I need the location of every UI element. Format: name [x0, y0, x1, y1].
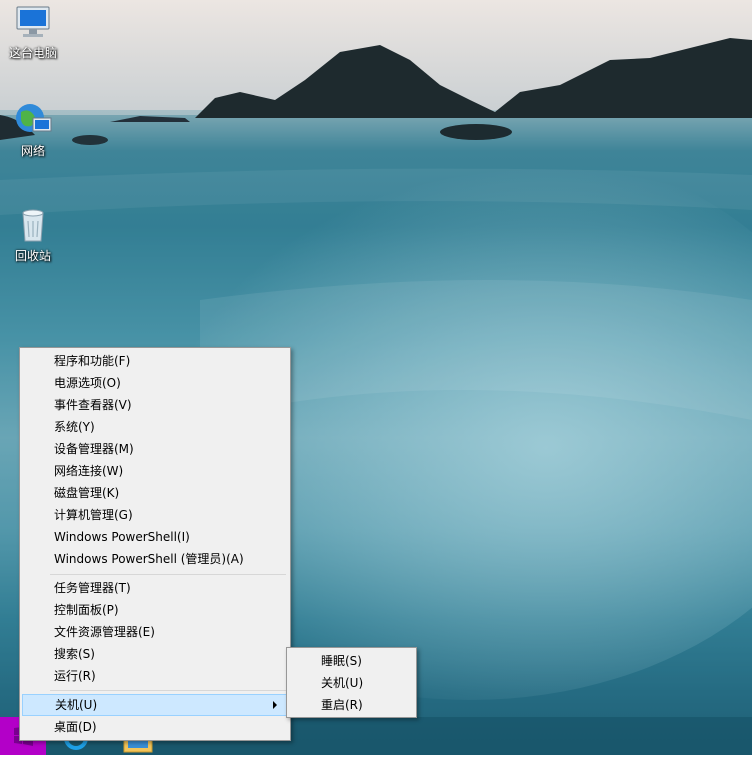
menu-item-label: Windows PowerShell(I): [54, 530, 190, 544]
menu-item-label: 重启(R): [321, 698, 363, 712]
menu-item-label: 系统(Y): [54, 420, 95, 434]
desktop-icon-label: 这台电脑: [8, 46, 57, 60]
menu-item-label: 计算机管理(G): [54, 508, 133, 522]
menu-item-programs-features[interactable]: 程序和功能(F): [22, 350, 288, 372]
menu-item-network-connections[interactable]: 网络连接(W): [22, 460, 288, 482]
menu-item-label: 关机(U): [55, 698, 98, 712]
menu-item-power-options[interactable]: 电源选项(O): [22, 372, 288, 394]
menu-item-run[interactable]: 运行(R): [22, 665, 288, 687]
submenu-item-restart[interactable]: 重启(R): [289, 694, 415, 716]
menu-item-label: 任务管理器(T): [54, 581, 131, 595]
desktop-icon-label: 回收站: [14, 249, 51, 263]
desktop-icon-network[interactable]: 网络: [0, 100, 66, 159]
menu-item-task-manager[interactable]: 任务管理器(T): [22, 577, 288, 599]
menu-item-label: Windows PowerShell (管理员)(A): [54, 552, 244, 566]
menu-item-label: 程序和功能(F): [54, 354, 131, 368]
menu-item-computer-management[interactable]: 计算机管理(G): [22, 504, 288, 526]
menu-item-system[interactable]: 系统(Y): [22, 416, 288, 438]
submenu-item-sleep[interactable]: 睡眠(S): [289, 650, 415, 672]
menu-item-label: 睡眠(S): [321, 654, 362, 668]
menu-item-desktop[interactable]: 桌面(D): [22, 716, 288, 738]
submenu-item-shutdown[interactable]: 关机(U): [289, 672, 415, 694]
desktop-icon-label: 网络: [20, 144, 45, 158]
desktop-icon-this-pc[interactable]: 这台电脑: [0, 2, 66, 61]
menu-item-shutdown[interactable]: 关机(U): [22, 694, 288, 716]
desktop-icon-recycle-bin[interactable]: 回收站: [0, 205, 66, 264]
menu-item-label: 桌面(D): [54, 720, 97, 734]
menu-item-event-viewer[interactable]: 事件查看器(V): [22, 394, 288, 416]
menu-item-label: 运行(R): [54, 669, 96, 683]
menu-item-powershell-admin[interactable]: Windows PowerShell (管理员)(A): [22, 548, 288, 570]
menu-separator: [50, 690, 286, 691]
menu-item-disk-management[interactable]: 磁盘管理(K): [22, 482, 288, 504]
menu-item-label: 磁盘管理(K): [54, 486, 120, 500]
network-icon: [16, 104, 52, 132]
recycle-bin-icon: [22, 209, 44, 242]
menu-item-label: 电源选项(O): [54, 376, 121, 390]
menu-item-file-explorer[interactable]: 文件资源管理器(E): [22, 621, 288, 643]
menu-item-label: 控制面板(P): [54, 603, 119, 617]
menu-item-label: 关机(U): [321, 676, 364, 690]
menu-item-label: 文件资源管理器(E): [54, 625, 155, 639]
winx-context-menu: 程序和功能(F) 电源选项(O) 事件查看器(V) 系统(Y) 设备管理器(M)…: [19, 347, 291, 741]
menu-item-label: 设备管理器(M): [54, 442, 134, 456]
menu-item-label: 搜索(S): [54, 647, 95, 661]
menu-item-search[interactable]: 搜索(S): [22, 643, 288, 665]
menu-item-powershell[interactable]: Windows PowerShell(I): [22, 526, 288, 548]
computer-icon: [16, 6, 50, 37]
shutdown-submenu: 睡眠(S) 关机(U) 重启(R): [286, 647, 417, 718]
menu-item-label: 网络连接(W): [54, 464, 124, 478]
submenu-arrow-icon: [273, 701, 277, 709]
menu-item-control-panel[interactable]: 控制面板(P): [22, 599, 288, 621]
menu-separator: [50, 574, 286, 575]
menu-item-label: 事件查看器(V): [54, 398, 132, 412]
menu-item-device-manager[interactable]: 设备管理器(M): [22, 438, 288, 460]
